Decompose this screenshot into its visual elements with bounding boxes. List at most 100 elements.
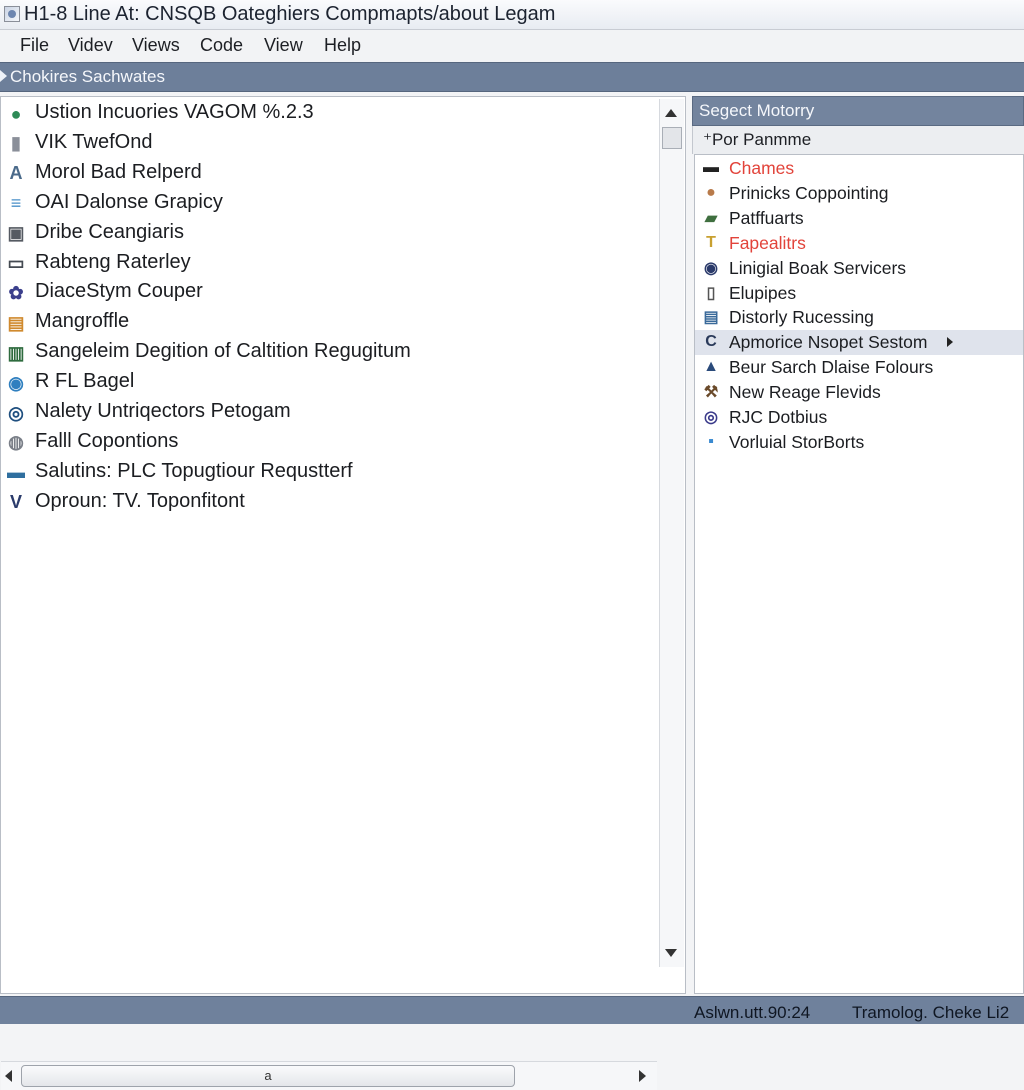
- menu-view[interactable]: View: [264, 35, 303, 56]
- warning-icon: ▲: [703, 358, 719, 376]
- list-item[interactable]: ▮ VIK TwefOnd: [5, 129, 645, 157]
- right-item-list: ▬ Chames ● Prinicks Coppointing ▰ Patffuarts T…: [694, 154, 1024, 994]
- earth-icon: ◉: [8, 372, 24, 393]
- window-icon: ▭: [7, 253, 25, 273]
- menu-list-item[interactable]: ▯ Elupipes: [695, 281, 1023, 306]
- menu-help[interactable]: Help: [324, 35, 361, 56]
- vertical-scrollbar[interactable]: [659, 99, 684, 967]
- disc-icon: ◎: [8, 402, 24, 423]
- list-item[interactable]: ▣ Dribe Ceangiaris: [5, 219, 645, 247]
- list-item-label: Falll Copontions: [35, 429, 179, 452]
- horizontal-scrollbar[interactable]: a: [1, 1061, 657, 1090]
- menu-list-item[interactable]: ⚒ New Reage Flevids: [695, 380, 1023, 405]
- gear-icon: ✿: [8, 282, 24, 303]
- menu-list-item-label: Prinicks Coppointing: [729, 182, 889, 203]
- menu-list-item-label: Elupipes: [729, 282, 797, 303]
- list-item-label: Dribe Ceangiaris: [35, 220, 184, 243]
- list-item[interactable]: ◍ Falll Copontions: [5, 428, 645, 456]
- menu-list-item[interactable]: ◎ RJC Dotbius: [695, 405, 1023, 430]
- menu-list-item[interactable]: C Apmorice Nsopet Sestom: [695, 330, 1023, 356]
- drive-icon: ▣: [7, 223, 25, 244]
- list-item[interactable]: ● Ustion Incuories VAGOM %.2.3: [5, 99, 645, 127]
- right-section-header: Segect Motorry: [692, 96, 1024, 126]
- list-item[interactable]: ▤ Mangroffle: [5, 308, 645, 336]
- status-left-text: Aslwn.utt.90:24: [694, 1003, 811, 1022]
- scroll-down-arrow-icon[interactable]: [665, 949, 677, 957]
- list-item[interactable]: ▥ Sangeleim Degition of Caltition Regugit…: [5, 338, 645, 366]
- tools-icon: T: [706, 233, 716, 251]
- list-item[interactable]: ✿ DiaceStym Couper: [5, 278, 645, 306]
- globe-icon: ◉: [704, 259, 718, 277]
- app-icon: ▪: [708, 432, 714, 450]
- image-icon: ▤: [7, 312, 25, 333]
- status-bar: Aslwn.utt.90:24 Tramolog. Cheke Li2: [0, 996, 1024, 1024]
- monitor-icon: ▬: [7, 462, 25, 483]
- expand-caret-icon[interactable]: [0, 70, 7, 82]
- submenu-arrow-icon: [947, 337, 953, 348]
- target-icon: ◎: [704, 409, 718, 426]
- window-title: H1-8 Line At: CNSQB Oateghiers Compmapts…: [24, 3, 556, 25]
- menu-list-item[interactable]: ● Prinicks Coppointing: [695, 181, 1023, 206]
- menu-list-item-label: Vorluial StorBorts: [729, 431, 865, 452]
- menu-list-item[interactable]: ▪ Vorluial StorBorts: [695, 430, 1023, 455]
- menu-list-item-label: Chames: [729, 158, 795, 178]
- screen-icon: ▤: [703, 309, 719, 327]
- car-icon: ▰: [704, 209, 718, 227]
- right-subheader[interactable]: ⁺Por Panmme: [692, 126, 1024, 154]
- right-subheader-label: ⁺Por Panmme: [703, 130, 812, 149]
- scroll-left-arrow-icon[interactable]: [5, 1070, 12, 1082]
- left-section-header[interactable]: Chokires Sachwates: [0, 62, 1024, 92]
- menu-list-item-label: Linigial Boak Servicers: [729, 257, 907, 278]
- list-item-label: DiaceStym Couper: [35, 280, 203, 303]
- c-letter-icon: C: [705, 333, 717, 351]
- document-icon: ▯: [706, 284, 716, 302]
- chart-icon: ▥: [7, 342, 25, 363]
- list-item[interactable]: ▭ Rabteng Raterley: [5, 249, 645, 277]
- menu-file[interactable]: File: [20, 35, 49, 56]
- triangle-icon: A: [9, 163, 23, 184]
- menu-list-item[interactable]: ▤ Distorly Rucessing: [695, 305, 1023, 330]
- list-item-label: Ustion Incuories VAGOM %.2.3: [35, 101, 314, 123]
- database-icon: ≡: [10, 193, 22, 214]
- list-item-label: R FL Bagel: [35, 370, 135, 393]
- left-section-title: Chokires Sachwates: [10, 67, 165, 86]
- list-item-label: Sangeleim Degition of Caltition Regugitu…: [35, 340, 411, 363]
- status-right-text: Tramolog. Cheke Li2: [852, 1003, 1010, 1022]
- menu-views[interactable]: Views: [132, 35, 180, 56]
- list-item-label: OAI Dalonse Grapicy: [35, 190, 223, 213]
- menu-list-item[interactable]: ▬ Chames: [695, 156, 1023, 181]
- list-item[interactable]: ≡ OAI Dalonse Grapicy: [5, 189, 645, 217]
- menu-list-item[interactable]: ▲ Beur Sarch Dlaise Folours: [695, 355, 1023, 380]
- menu-list-item[interactable]: ▰ Patffuarts: [695, 206, 1023, 231]
- hammer-icon: ⚒: [703, 384, 719, 402]
- menu-list-item[interactable]: T Fapealitrs: [695, 231, 1023, 256]
- list-item-label: Nalety Untriqectors Petogam: [35, 400, 291, 422]
- right-section-title: Segect Motorry: [699, 101, 815, 120]
- menu-bar: File Videv Views Code View Help: [0, 30, 1024, 62]
- list-item[interactable]: V Oproun: TV. Toponfitont: [5, 488, 645, 516]
- menu-list-item-label: Patffuarts: [729, 207, 804, 228]
- clock-icon: ◍: [8, 432, 24, 453]
- list-item-label: Mangroffle: [35, 310, 130, 333]
- person-icon: ●: [706, 183, 716, 201]
- menu-list-item[interactable]: ◉ Linigial Boak Servicers: [695, 256, 1023, 281]
- menu-videv[interactable]: Videv: [68, 35, 113, 56]
- menu-list-item-label: New Reage Flevids: [729, 382, 881, 403]
- horizontal-scroll-thumb[interactable]: a: [21, 1065, 515, 1087]
- vertical-scroll-thumb[interactable]: [662, 127, 682, 149]
- list-item-label: Salutins: PLC Topugtiour Requstterf: [35, 459, 353, 482]
- scroll-up-arrow-icon[interactable]: [665, 109, 677, 117]
- list-item-label: Morol Bad Relperd: [35, 160, 202, 183]
- list-item[interactable]: ◉ R FL Bagel: [5, 368, 645, 396]
- scroll-right-arrow-icon[interactable]: [639, 1070, 646, 1082]
- list-item[interactable]: ▬ Salutins: PLC Topugtiour Requstterf: [5, 458, 645, 486]
- menu-list-item-label: Fapealitrs: [729, 232, 806, 253]
- menu-list-item-label: Distorly Rucessing: [729, 307, 874, 328]
- app-icon[interactable]: [4, 6, 20, 22]
- menu-list-item-label: RJC Dotbius: [729, 407, 828, 427]
- list-item[interactable]: A Morol Bad Relperd: [5, 159, 645, 187]
- menu-code[interactable]: Code: [200, 35, 243, 56]
- antenna-icon: V: [9, 492, 22, 513]
- list-item[interactable]: ◎ Nalety Untriqectors Petogam: [5, 398, 645, 426]
- globe-icon: ●: [10, 103, 22, 124]
